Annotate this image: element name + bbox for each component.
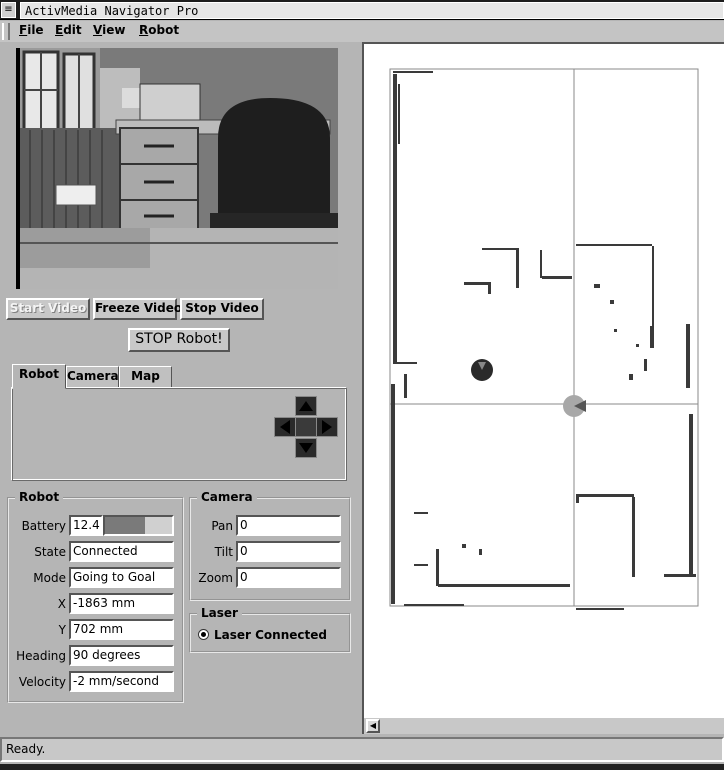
tab-robot[interactable]: Robot [12, 364, 66, 389]
menu-bar: File Edit View Robot [0, 21, 724, 42]
tab-camera[interactable]: Camera [66, 366, 119, 388]
y-label: Y [58, 623, 66, 637]
battery-level-fill [105, 517, 145, 534]
mode-label: Mode [33, 571, 66, 585]
freeze-video-button[interactable]: Freeze Video [93, 298, 182, 320]
battery-label: Battery [21, 519, 66, 533]
arrow-up-glyph [299, 401, 313, 411]
arrow-right-glyph [322, 420, 332, 434]
video-frame-image [20, 48, 338, 289]
laser-group-title: Laser [197, 606, 242, 620]
heading-field[interactable]: 90 degrees [69, 645, 174, 666]
window-bottom-edge [0, 764, 724, 770]
menubar-grip-icon[interactable] [2, 23, 10, 40]
zoom-field[interactable]: 0 [236, 567, 341, 588]
state-label: State [34, 545, 66, 559]
laser-radio-icon[interactable] [198, 629, 209, 640]
camera-group-title: Camera [197, 490, 257, 504]
map-horizontal-scrollbar[interactable]: ◀ [364, 718, 724, 734]
arrow-right-icon[interactable] [316, 417, 338, 437]
x-label: X [57, 597, 66, 611]
arrow-left-glyph [280, 420, 290, 434]
pan-field[interactable]: 0 [236, 515, 341, 536]
scroll-left-icon[interactable]: ◀ [366, 719, 380, 733]
title-bar: ≡ ActivMedia Navigator Pro [0, 0, 724, 20]
system-menu-icon[interactable]: ≡ [1, 2, 16, 18]
robot-group-title: Robot [15, 490, 64, 504]
velocity-label: Velocity [18, 675, 66, 689]
status-bar: Ready. [0, 737, 724, 762]
arrow-down-icon[interactable] [295, 438, 317, 458]
menu-robot[interactable]: Robot [139, 23, 179, 37]
y-field[interactable]: 702 mm [69, 619, 174, 640]
window-title: ActivMedia Navigator Pro [25, 4, 199, 18]
state-field[interactable]: Connected [69, 541, 174, 562]
zoom-label: Zoom [198, 571, 233, 585]
stop-robot-button[interactable]: STOP Robot! [128, 328, 230, 352]
status-text: Ready. [6, 742, 46, 756]
x-field[interactable]: -1863 mm [69, 593, 174, 614]
battery-level-bar [103, 515, 174, 536]
mode-field[interactable]: Going to Goal [69, 567, 174, 588]
stop-square-icon[interactable] [295, 417, 317, 437]
title-box[interactable]: ActivMedia Navigator Pro [20, 2, 724, 19]
heading-label: Heading [16, 649, 66, 663]
pan-label: Pan [211, 519, 233, 533]
velocity-field[interactable]: -2 mm/second [69, 671, 174, 692]
occupancy-map[interactable] [364, 44, 724, 716]
start-video-button[interactable]: Start Video [6, 298, 90, 320]
robot-tab-panel [11, 387, 347, 481]
camera-video-feed [16, 48, 338, 289]
tilt-field[interactable]: 0 [236, 541, 341, 562]
stop-video-button[interactable]: Stop Video [180, 298, 264, 320]
arrow-up-icon[interactable] [295, 396, 317, 416]
map-panel[interactable]: ◀ [362, 42, 724, 734]
menu-view[interactable]: View [93, 23, 125, 37]
arrow-down-glyph [299, 443, 313, 453]
battery-value: 12.4 [69, 515, 103, 536]
arrow-left-icon[interactable] [274, 417, 296, 437]
laser-status-label: Laser Connected [214, 628, 327, 642]
menu-file[interactable]: File [19, 23, 44, 37]
menu-edit[interactable]: Edit [55, 23, 82, 37]
tilt-label: Tilt [214, 545, 233, 559]
tab-map[interactable]: Map [119, 366, 172, 388]
